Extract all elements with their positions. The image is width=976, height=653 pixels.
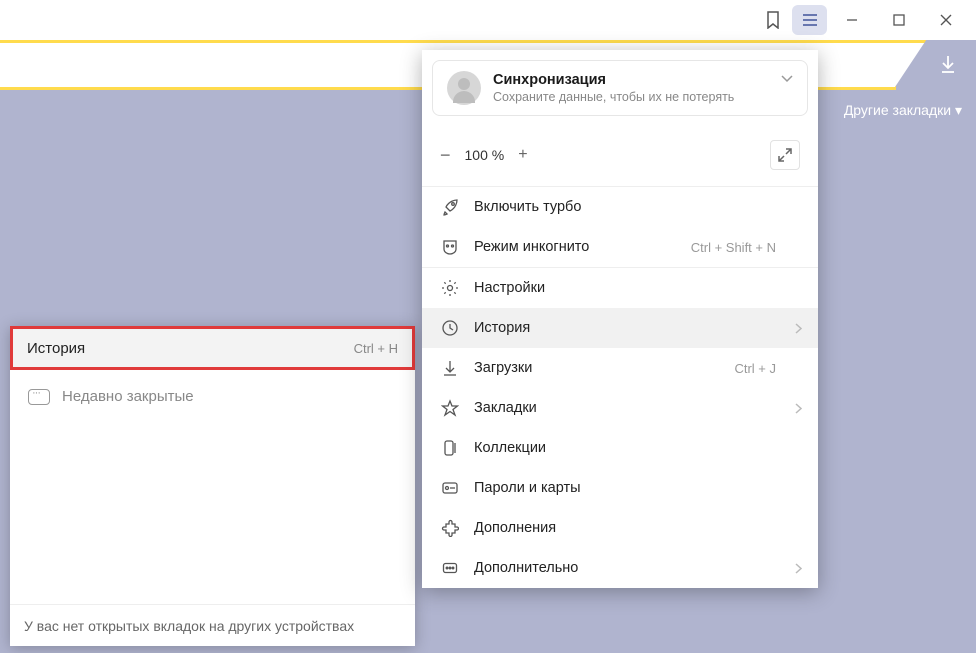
menu-item-addons[interactable]: Дополнения [422,508,818,548]
close-icon [940,14,952,26]
expand-icon [778,148,792,162]
download-arrow-icon [940,55,956,73]
main-menu-dropdown: Синхронизация Сохраните данные, чтобы их… [422,50,818,588]
menu-label: Загрузки [474,360,532,376]
sync-text: Синхронизация Сохраните данные, чтобы их… [493,72,734,104]
minimize-button[interactable] [829,4,874,36]
menu-item-settings[interactable]: Настройки [422,268,818,308]
menu-label: Пароли и карты [474,480,581,496]
clock-icon [440,318,460,338]
sync-subtitle: Сохраните данные, чтобы их не потерять [493,90,734,104]
main-menu-button[interactable] [792,5,827,35]
menu-item-history[interactable]: История [422,308,818,348]
incognito-icon [440,237,460,257]
menu-shortcut: Ctrl + Shift + N [691,240,776,255]
bookmark-icon [765,11,781,29]
downloads-indicator[interactable] [940,55,956,73]
sync-title: Синхронизация [493,72,734,88]
zoom-in-button[interactable]: + [518,146,527,164]
menu-item-turbo[interactable]: Включить турбо [422,187,818,227]
menu-label: Включить турбо [474,199,581,215]
tabs-icon [28,389,50,405]
download-icon [440,358,460,378]
close-button[interactable] [923,4,968,36]
recently-closed-label: Недавно закрытые [62,388,194,405]
star-icon [440,398,460,418]
menu-item-incognito[interactable]: Режим инкогнито Ctrl + Shift + N [422,227,818,267]
fullscreen-button[interactable] [770,140,800,170]
menu-label: Дополнения [474,520,556,536]
sync-card[interactable]: Синхронизация Сохраните данные, чтобы их… [432,60,808,116]
bookmark-button[interactable] [755,4,790,36]
menu-label: Закладки [474,400,537,416]
avatar-icon [447,71,481,105]
card-icon [440,478,460,498]
zoom-controls: − 100 % + [422,126,818,186]
gear-icon [440,278,460,298]
menu-label: Коллекции [474,440,546,456]
history-title: История [27,340,85,357]
hamburger-icon [802,14,818,26]
menu-label: Настройки [474,280,545,296]
zoom-out-button[interactable]: − [440,145,451,166]
menu-item-more[interactable]: Дополнительно [422,548,818,588]
rocket-icon [440,197,460,217]
puzzle-icon [440,518,460,538]
other-bookmarks-button[interactable]: Другие закладки ▾ [844,102,962,119]
menu-item-downloads[interactable]: Загрузки Ctrl + J [422,348,818,388]
history-header-item[interactable]: История Ctrl + H [10,326,415,370]
history-submenu: История Ctrl + H Недавно закрытые У вас … [10,326,415,646]
flag-icon [440,438,460,458]
minimize-icon [846,14,858,26]
chevron-right-icon [795,563,802,574]
recently-closed-item[interactable]: Недавно закрытые [10,370,415,423]
menu-item-collections[interactable]: Коллекции [422,428,818,468]
maximize-icon [893,14,905,26]
menu-item-passwords[interactable]: Пароли и карты [422,468,818,508]
chevron-right-icon [795,323,802,334]
chevron-right-icon [795,403,802,414]
menu-label: Дополнительно [474,560,578,576]
more-icon [440,558,460,578]
menu-shortcut: Ctrl + J [734,361,776,376]
titlebar [0,0,976,40]
zoom-value: 100 % [465,147,505,163]
menu-label: Режим инкогнито [474,239,589,255]
history-shortcut: Ctrl + H [354,341,398,356]
menu-item-bookmarks[interactable]: Закладки [422,388,818,428]
maximize-button[interactable] [876,4,921,36]
menu-label: История [474,320,530,336]
chevron-down-icon [781,75,793,83]
history-footer-text: У вас нет открытых вкладок на других уст… [10,604,415,646]
